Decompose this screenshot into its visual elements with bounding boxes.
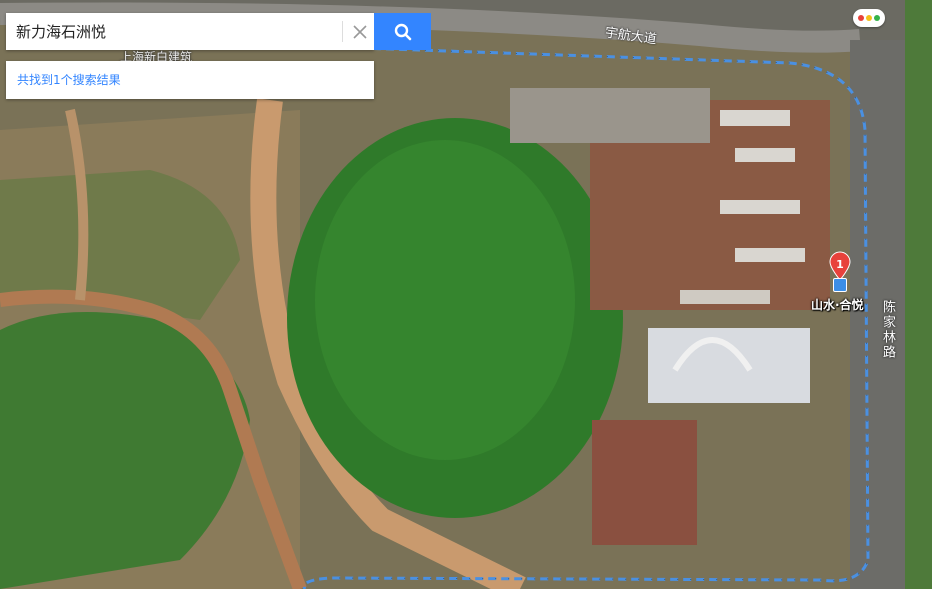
search-input[interactable] [6,13,336,50]
search-box [6,13,374,50]
road-label-chenjialin: 陈家林路 [880,300,895,360]
close-icon [353,24,367,39]
result-marker[interactable]: 1 [828,251,852,281]
building-cluster-south [592,420,697,545]
search-button[interactable] [374,13,431,50]
search-icon [394,23,411,40]
clear-button[interactable] [346,13,374,50]
divider [342,21,343,42]
poi-label[interactable]: 山水·合悦 [811,296,864,313]
building-icon [833,278,847,292]
search-result-summary[interactable]: 共找到1个搜索结果 [6,61,374,99]
marker-number: 1 [836,258,844,271]
traffic-light-icon[interactable] [853,9,885,27]
school-building [648,328,810,403]
